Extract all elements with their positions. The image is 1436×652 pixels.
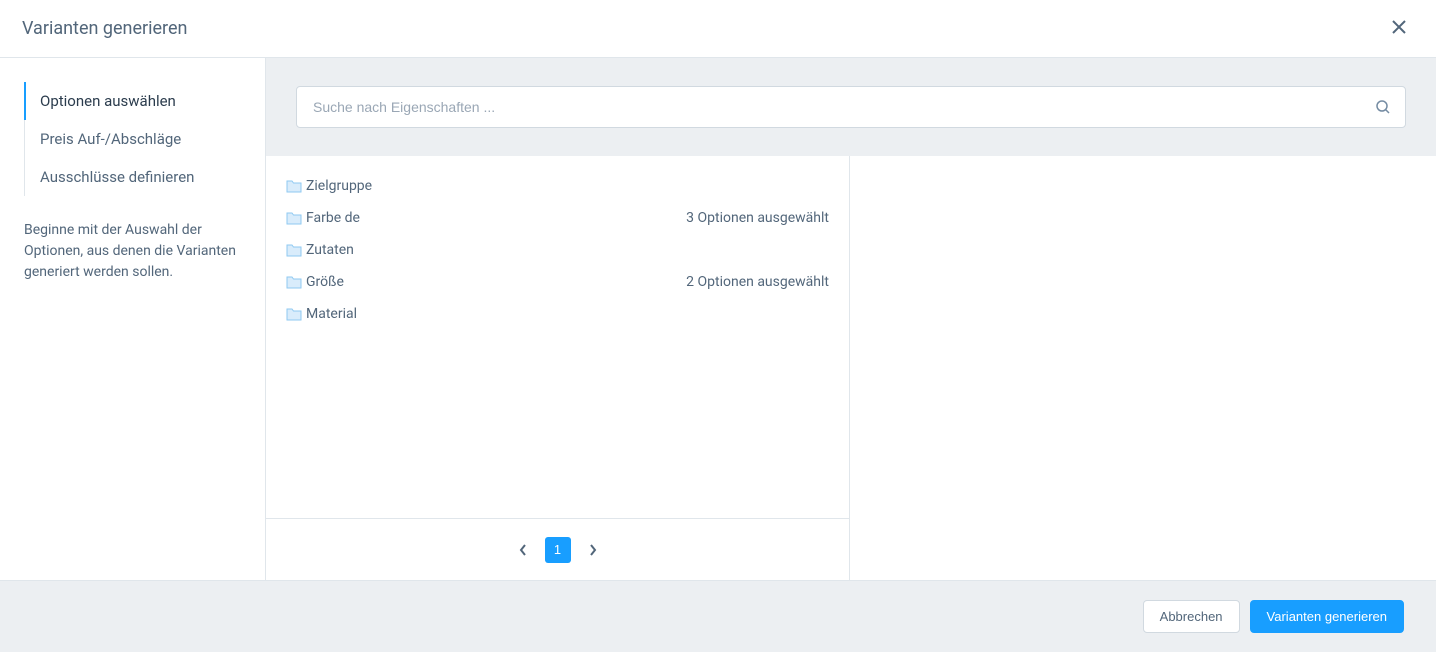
modal-body: Optionen auswählen Preis Auf-/Abschläge … [0, 58, 1436, 580]
chevron-left-icon [519, 544, 527, 556]
property-row-groesse[interactable]: Größe 2 Optionen ausgewählt [266, 266, 849, 298]
page-next-button[interactable] [579, 538, 607, 562]
folder-icon [286, 211, 302, 225]
tab-price-surcharges[interactable]: Preis Auf-/Abschläge [24, 120, 265, 158]
property-row-material[interactable]: Material [266, 298, 849, 330]
sidebar-help-text: Beginne mit der Auswahl der Optionen, au… [0, 196, 265, 283]
property-name: Größe [306, 274, 686, 290]
property-selected-count: 2 Optionen ausgewählt [686, 274, 829, 290]
property-row-zielgruppe[interactable]: Zielgruppe [266, 170, 849, 202]
property-name: Farbe de [306, 210, 686, 226]
page-number-1[interactable]: 1 [545, 537, 571, 563]
close-button[interactable] [1384, 16, 1414, 42]
tab-define-exclusions[interactable]: Ausschlüsse definieren [24, 158, 265, 196]
folder-icon [286, 179, 302, 193]
property-list: Zielgruppe Farbe de 3 Optionen ausgewähl… [266, 156, 849, 518]
property-name: Material [306, 306, 829, 322]
sidebar: Optionen auswählen Preis Auf-/Abschläge … [0, 58, 265, 580]
search-bar [296, 86, 1406, 128]
property-row-farbe[interactable]: Farbe de 3 Optionen ausgewählt [266, 202, 849, 234]
content-split: Zielgruppe Farbe de 3 Optionen ausgewähl… [266, 156, 1436, 580]
main-panel: Zielgruppe Farbe de 3 Optionen ausgewähl… [265, 58, 1436, 580]
folder-icon [286, 243, 302, 257]
search-icon [1361, 99, 1405, 115]
property-list-wrap: Zielgruppe Farbe de 3 Optionen ausgewähl… [266, 156, 850, 580]
modal-footer: Abbrechen Varianten generieren [0, 580, 1436, 652]
variant-generator-modal: Varianten generieren Optionen auswählen … [0, 0, 1436, 652]
chevron-right-icon [589, 544, 597, 556]
generate-button[interactable]: Varianten generieren [1250, 600, 1404, 633]
search-bar-wrap [266, 58, 1436, 156]
property-selected-count: 3 Optionen ausgewählt [686, 210, 829, 226]
property-name: Zielgruppe [306, 178, 829, 194]
property-name: Zutaten [306, 242, 829, 258]
folder-icon [286, 307, 302, 321]
modal-header: Varianten generieren [0, 0, 1436, 58]
sidebar-tabs: Optionen auswählen Preis Auf-/Abschläge … [24, 82, 265, 196]
property-row-zutaten[interactable]: Zutaten [266, 234, 849, 266]
close-icon [1392, 20, 1406, 34]
search-input[interactable] [297, 99, 1361, 115]
modal-title: Varianten generieren [22, 18, 187, 39]
page-prev-button[interactable] [509, 538, 537, 562]
detail-panel [850, 156, 1436, 580]
pagination: 1 [266, 518, 849, 580]
tab-select-options[interactable]: Optionen auswählen [24, 82, 265, 120]
folder-icon [286, 275, 302, 289]
cancel-button[interactable]: Abbrechen [1143, 600, 1240, 633]
